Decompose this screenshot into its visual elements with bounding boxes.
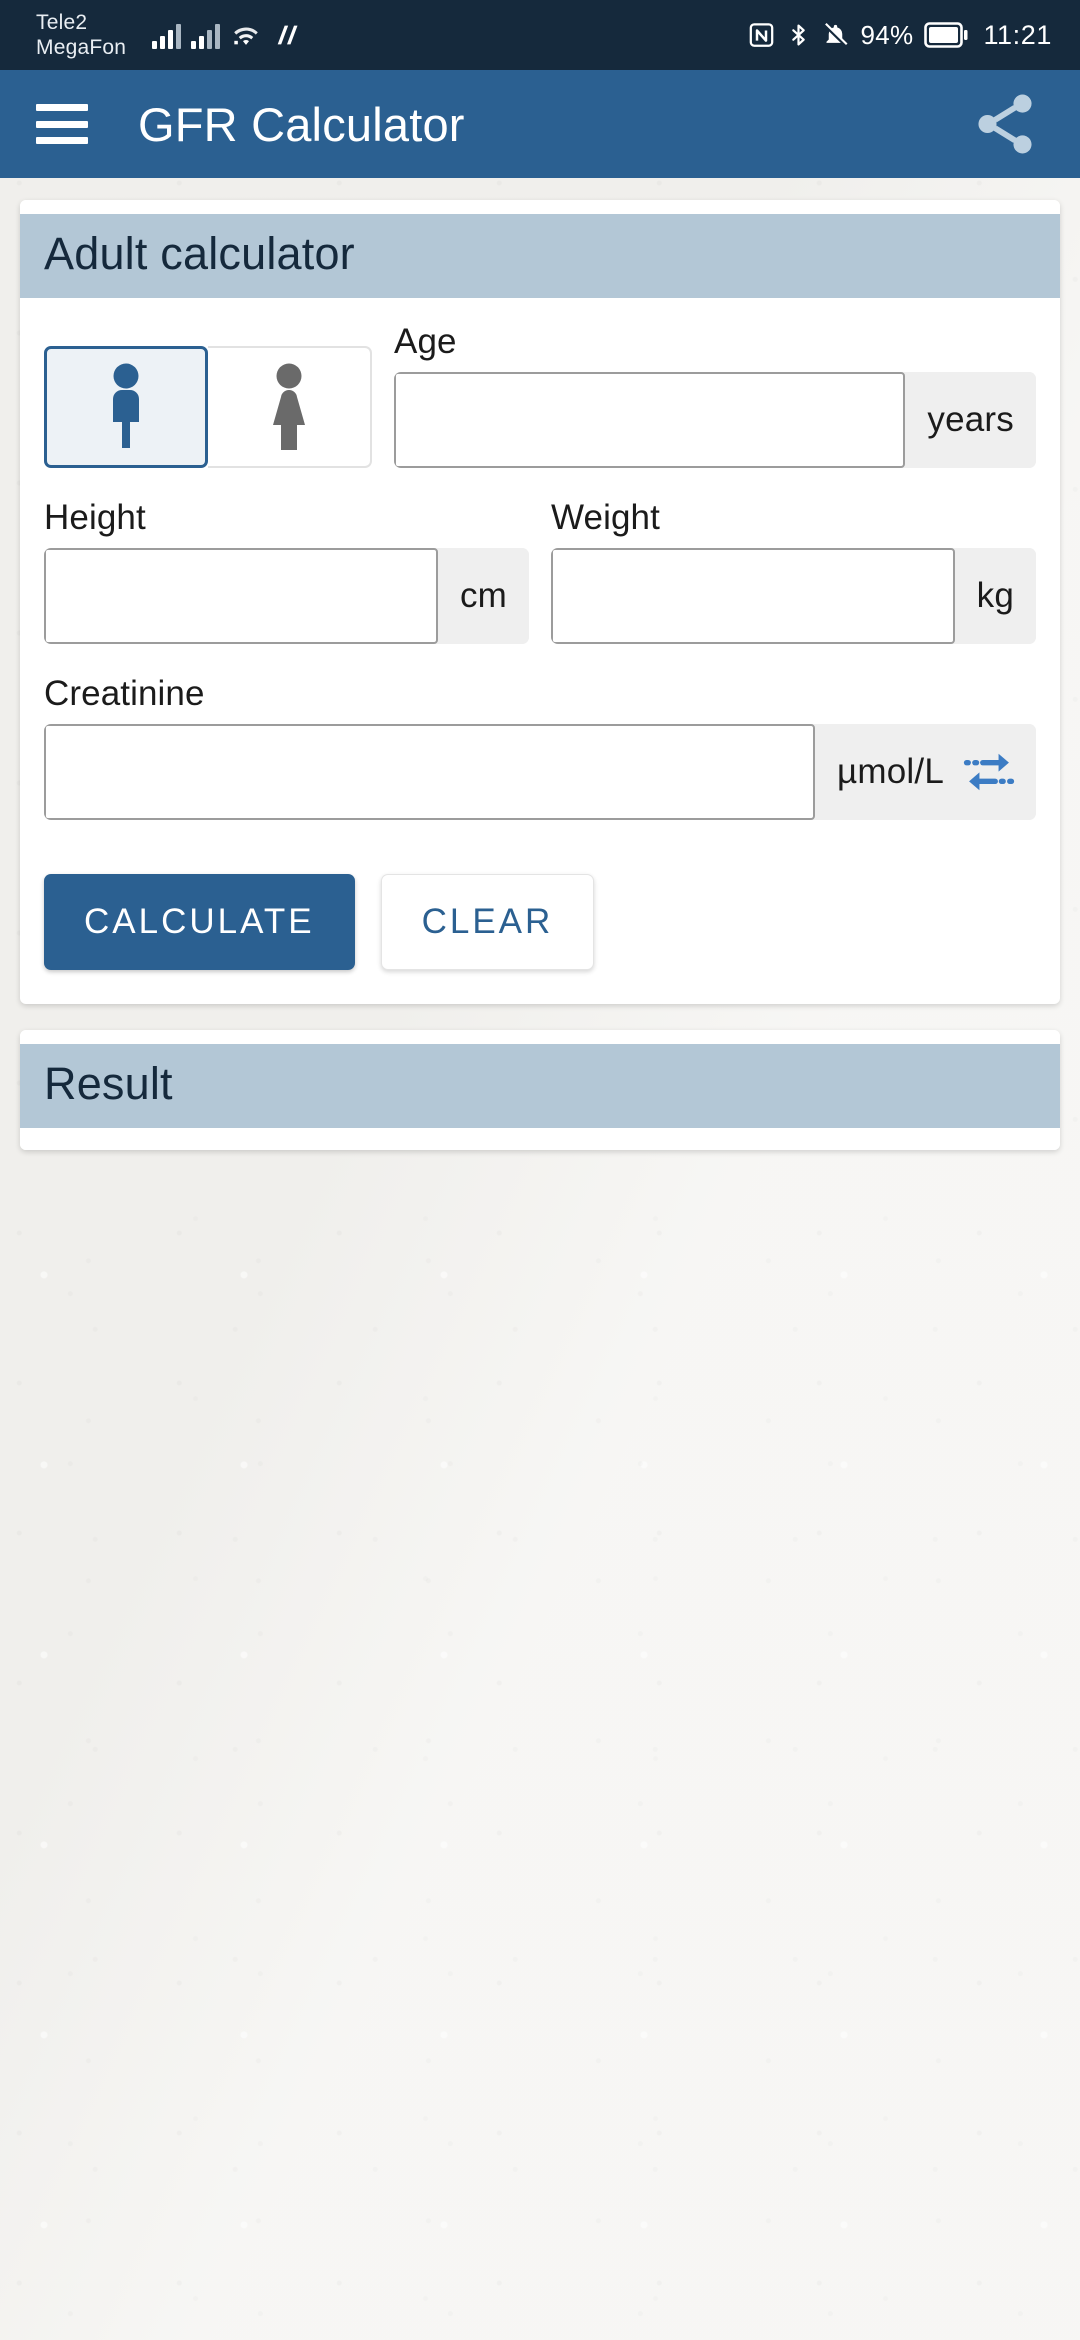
gender-option-female[interactable] [208,346,372,468]
creatinine-label: Creatinine [44,674,205,713]
adult-calculator-card: Adult calculator Age years Height cm Wei… [20,200,1060,1004]
page-title: GFR Calculator [138,97,465,151]
bluetooth-icon [792,24,806,46]
battery-percentage: 94% [860,19,914,50]
age-unit-label: years [905,372,1036,468]
height-input[interactable] [44,548,438,644]
clear-button[interactable]: CLEAR [380,874,595,970]
bell-muted-icon [824,22,849,47]
content-area: Adult calculator Age years Height cm Wei… [0,178,1080,1150]
adult-calculator-title: Adult calculator [44,228,355,279]
female-figure-icon [273,363,305,450]
signal-bars-icon [152,21,182,49]
weight-unit-label: kg [954,548,1036,644]
gender-option-male[interactable] [44,346,208,468]
gender-selector [44,346,372,468]
age-field-group: Age years [394,322,1036,468]
status-bar: Tele2 MegaFon 94% 11:21 [0,0,1080,70]
result-body [20,1128,1060,1150]
share-icon [978,94,1032,154]
share-button[interactable] [968,89,1042,159]
result-card-top-spacer [20,1030,1060,1044]
creatinine-unit-label: µmol/L [837,752,944,791]
result-title: Result [44,1058,173,1109]
age-input[interactable] [394,372,906,468]
wifi-icon [234,27,258,45]
weight-label: Weight [551,498,660,537]
age-input-wrap: years [394,372,1036,468]
weight-field-group: Weight kg [551,498,1036,644]
creatinine-unit-toggle[interactable]: µmol/L [815,724,1036,820]
signal-bars-icon-secondary [191,21,221,49]
male-figure-icon [113,363,139,448]
swap-units-icon [963,753,1015,791]
status-bar-clock: 11:21 [983,19,1052,50]
app-bar: GFR Calculator [0,70,1080,178]
creatinine-input[interactable] [44,724,816,820]
data-transfer-icon [277,25,298,45]
height-field-group: Height cm [44,498,529,644]
result-header: Result [20,1044,1060,1128]
status-bar-left: Tele2 MegaFon [36,10,302,60]
nfc-icon [750,23,774,47]
carrier-name-primary: Tele2 [36,11,88,34]
carrier-name-secondary: MegaFon [36,36,127,59]
weight-input[interactable] [551,548,955,644]
weight-input-wrap: kg [551,548,1036,644]
calculate-button[interactable]: CALCULATE [44,874,355,970]
height-unit-label: cm [437,548,529,644]
carrier-names: Tele2 MegaFon [36,10,126,60]
action-buttons-row: CALCULATE CLEAR [44,874,1036,970]
height-input-wrap: cm [44,548,529,644]
adult-calculator-body: Age years Height cm Weight kg Creatinine… [20,298,1060,1004]
gender-and-age-row: Age years [44,322,1036,468]
result-card: Result [20,1030,1060,1150]
height-label: Height [44,498,146,537]
card-top-spacer [20,200,1060,214]
hamburger-menu-icon[interactable] [36,104,88,144]
creatinine-field-group: Creatinine µmol/L [44,674,1036,820]
status-bar-right: 94% 11:21 [748,20,1052,51]
age-label: Age [394,322,457,361]
height-and-weight-row: Height cm Weight kg [44,498,1036,644]
battery-icon [924,22,968,48]
creatinine-row: Creatinine µmol/L [44,674,1036,820]
creatinine-input-wrap: µmol/L [44,724,1036,820]
adult-calculator-header: Adult calculator [20,214,1060,298]
